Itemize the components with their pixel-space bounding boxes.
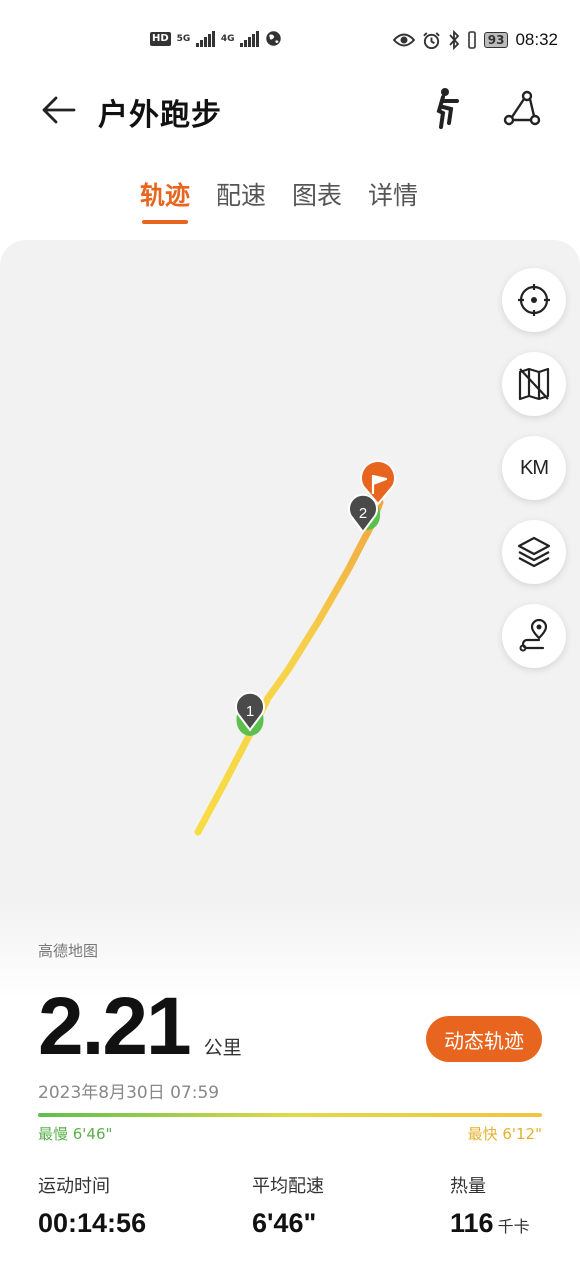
tab-details[interactable]: 详情	[368, 176, 418, 224]
route-map[interactable]: 1 2 KM	[0, 240, 580, 1000]
km-marker-1-label: 1	[246, 703, 254, 720]
distance-block: 2.21 公里	[38, 980, 242, 1074]
stat-avg-pace: 平均配速 6'46"	[252, 1172, 324, 1239]
hd-icon: HD	[150, 31, 171, 46]
status-bar: HD 5G 4G 93 08:32	[0, 0, 580, 80]
stat-calories-unit: 千卡	[497, 1217, 530, 1236]
network-5g-label: 5G	[176, 33, 191, 44]
route-pin-icon	[519, 618, 548, 652]
status-right: 93 08:32	[392, 30, 558, 50]
stat-calories-label: 热量	[450, 1176, 486, 1197]
km-marker-toggle-button[interactable]: KM	[502, 436, 566, 500]
dynamic-track-button[interactable]: 动态轨迹	[426, 1016, 542, 1062]
km-toggle-label: KM	[520, 456, 549, 479]
status-left: HD 5G 4G	[150, 30, 282, 47]
slowest-pace-label: 最慢 6'46"	[38, 1125, 113, 1143]
workout-datetime: 2023年8月30日 07:59	[38, 1083, 220, 1103]
layers-icon	[517, 536, 551, 568]
share-route-button[interactable]	[500, 86, 544, 130]
tab-chart[interactable]: 图表	[292, 176, 342, 224]
stat-calories: 热量 116 千卡	[450, 1172, 530, 1239]
distance-value: 2.21	[38, 981, 192, 1072]
tab-track[interactable]: 轨迹	[140, 176, 190, 224]
stat-duration-value: 00:14:56	[38, 1208, 147, 1238]
alarm-icon	[422, 31, 440, 49]
stat-calories-value: 116	[450, 1208, 494, 1238]
route-track: 1 2	[194, 460, 396, 836]
running-figure-button[interactable]	[424, 86, 468, 130]
distance-unit: 公里	[203, 1037, 242, 1059]
stat-duration-value-row: 00:14:56	[38, 1208, 146, 1239]
app-header: 户外跑步	[0, 80, 580, 140]
route-line	[194, 498, 384, 836]
page-title: 户外跑步	[98, 98, 222, 133]
locate-button[interactable]	[502, 268, 566, 332]
tab-pace[interactable]: 配速	[216, 176, 266, 224]
bluetooth-icon	[449, 30, 459, 50]
back-button[interactable]	[36, 88, 80, 132]
km-marker-1[interactable]: 1	[235, 691, 265, 736]
arrow-left-icon	[42, 96, 76, 124]
map-provider-label: 高德地图	[38, 942, 99, 960]
stat-avg-pace-value-row: 6'46"	[252, 1208, 324, 1239]
clock: 08:32	[515, 30, 558, 49]
eye-icon	[392, 33, 415, 47]
km-marker-2-label: 2	[359, 505, 367, 522]
fastest-pace-label: 最快 6'12"	[467, 1125, 542, 1143]
stat-duration-label: 运动时间	[38, 1176, 110, 1197]
signal-icon	[196, 30, 215, 47]
crosshair-icon	[518, 284, 550, 316]
route-share-icon	[503, 90, 541, 126]
running-figure-icon	[436, 88, 459, 129]
map-layers-button[interactable]	[502, 520, 566, 584]
signal-icon-2	[240, 30, 259, 47]
stat-calories-value-row: 116 千卡	[450, 1208, 530, 1239]
route-points-button[interactable]	[502, 604, 566, 668]
map-toggle-button[interactable]	[502, 352, 566, 416]
vibrate-icon	[467, 31, 476, 49]
tab-bar: 轨迹 配速 图表 详情	[140, 176, 418, 224]
battery-indicator: 93	[483, 32, 509, 48]
stat-avg-pace-value: 6'46"	[252, 1208, 317, 1238]
pace-gradient-bar	[38, 1113, 542, 1117]
globe-icon	[266, 31, 281, 46]
stat-duration: 运动时间 00:14:56	[38, 1172, 146, 1239]
stat-avg-pace-label: 平均配速	[252, 1176, 324, 1197]
network-4g-label: 4G	[220, 33, 235, 44]
map-off-icon	[518, 367, 550, 401]
